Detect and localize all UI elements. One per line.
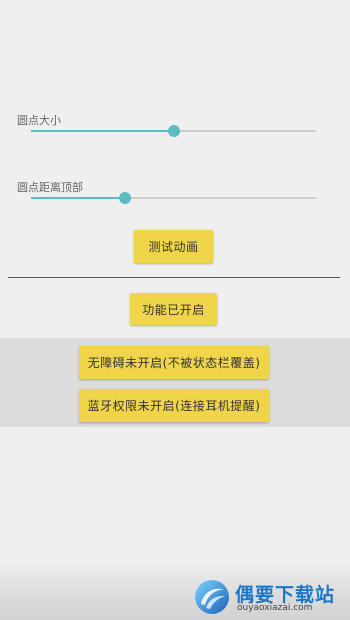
test-animation-button[interactable]: 测试动画 [134,230,213,263]
feature-enabled-button[interactable]: 功能已开启 [130,293,217,325]
dot-top-distance-thumb[interactable] [119,192,132,204]
swirl-logo-icon [195,580,229,614]
dot-top-distance-slider[interactable] [31,191,316,205]
dot-size-thumb[interactable] [167,125,180,137]
dot-size-fill [31,130,174,132]
watermark-url: ouyaoxiazai.com [237,603,313,613]
dot-top-distance-fill [31,197,126,199]
accessibility-permission-button[interactable]: 无障碍未开启(不被状态栏覆盖) [79,346,269,379]
dot-size-slider[interactable] [31,124,316,138]
divider [8,277,340,278]
bluetooth-permission-button[interactable]: 蓝牙权限未开启(连接耳机提醒) [79,389,269,422]
watermark: 偶要下载站 ouyaoxiazai.com [193,576,345,620]
